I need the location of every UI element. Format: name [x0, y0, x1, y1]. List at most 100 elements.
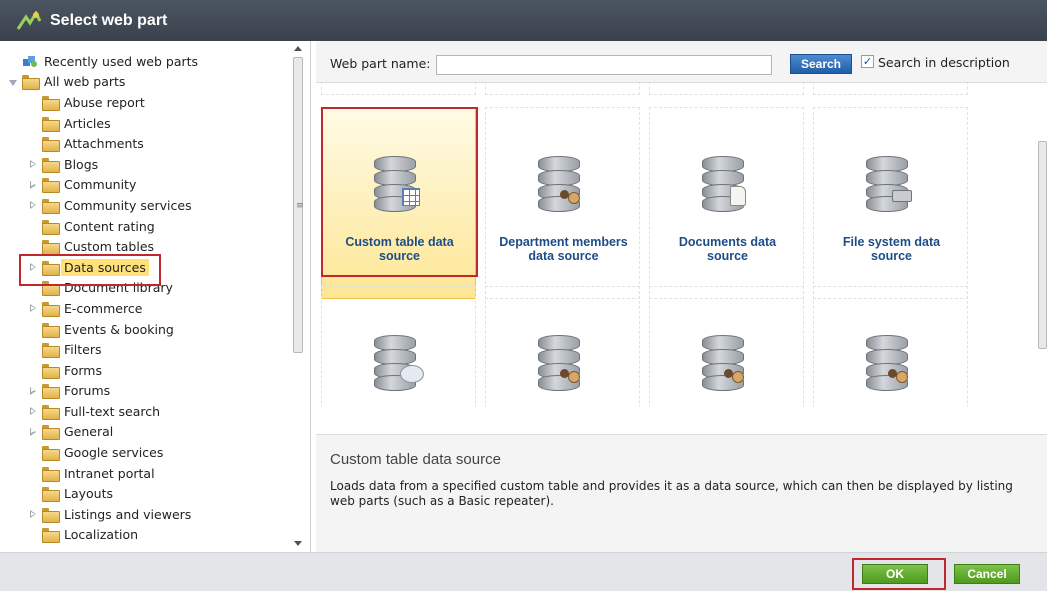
folder-icon — [42, 446, 60, 462]
database-icon — [374, 335, 424, 391]
tree-scrollbar[interactable]: ≡ — [289, 41, 307, 552]
expand-arrow-icon[interactable] — [28, 509, 38, 519]
search-button[interactable]: Search — [790, 54, 852, 74]
webpart-card-forum-posts-data[interactable]: Forum posts data — [321, 286, 476, 407]
tree-item-filters[interactable]: Filters — [0, 339, 290, 360]
grid-scrollbar-thumb[interactable] — [1038, 141, 1047, 349]
tree-item-recently-used-web-parts[interactable]: Recently used web parts — [0, 51, 290, 72]
tree-item-intranet-portal[interactable]: Intranet portal — [0, 463, 290, 484]
tree-item-layouts[interactable]: Layouts — [0, 483, 290, 504]
tree-item-label: Recently used web parts — [44, 53, 199, 69]
webpart-card-documents-data-source[interactable]: Documents data source — [649, 107, 804, 299]
speech-bubble-icon — [400, 365, 424, 383]
tree-item-label: Events & booking — [64, 321, 174, 337]
tree-item-label: Full-text search — [64, 403, 161, 419]
tree-item-community[interactable]: Community — [0, 175, 290, 196]
document-icon — [730, 186, 746, 206]
webpart-name-input[interactable] — [436, 55, 772, 75]
scroll-up-arrow-icon[interactable] — [294, 46, 302, 51]
tree-item-google-services[interactable]: Google services — [0, 442, 290, 463]
tree-item-label: Forums — [64, 383, 111, 399]
database-icon — [702, 156, 748, 212]
folder-icon — [42, 198, 60, 214]
dialog-footer: OK Cancel — [0, 552, 1047, 591]
database-icon — [866, 335, 912, 391]
tree-item-all-web-parts[interactable]: All web parts — [0, 72, 290, 93]
webpart-card-group-media[interactable]: Group media — [813, 286, 968, 407]
webpart-card-label: File system data source — [842, 235, 941, 263]
folder-icon — [42, 322, 60, 338]
tree-item-full-text-search[interactable]: Full-text search — [0, 401, 290, 422]
drive-icon — [892, 190, 912, 202]
tree-item-label: Custom tables — [64, 239, 155, 255]
tree-item-label: Localization — [64, 527, 139, 543]
tree-item-forums[interactable]: Forums — [0, 381, 290, 402]
expand-arrow-icon[interactable] — [28, 159, 38, 169]
ok-button[interactable]: OK — [862, 564, 928, 584]
webpart-description-panel: Custom table data source Loads data from… — [316, 434, 1047, 552]
description-title: Custom table data source — [330, 451, 501, 468]
recent-icon — [22, 54, 38, 68]
folder-icon — [42, 301, 60, 317]
tree-item-general[interactable]: General — [0, 422, 290, 443]
tree-item-content-rating[interactable]: Content rating — [0, 216, 290, 237]
folder-icon — [42, 116, 60, 132]
database-icon — [538, 156, 584, 212]
tree-item-e-commerce[interactable]: E-commerce — [0, 298, 290, 319]
tree-item-community-services[interactable]: Community services — [0, 195, 290, 216]
cancel-button[interactable]: Cancel — [954, 564, 1020, 584]
webpart-card-group-forum-posts[interactable]: Group forum posts — [649, 286, 804, 407]
database-icon — [866, 156, 912, 212]
tree-item-forms[interactable]: Forms — [0, 360, 290, 381]
tree-item-blogs[interactable]: Blogs — [0, 154, 290, 175]
folder-icon — [42, 178, 60, 194]
selection-callout-box — [19, 254, 161, 286]
folder-icon — [42, 384, 60, 400]
tree-item-events-booking[interactable]: Events & booking — [0, 319, 290, 340]
expand-arrow-icon[interactable] — [28, 200, 38, 210]
collapse-arrow-icon[interactable] — [8, 77, 18, 87]
tree-item-label: Listings and viewers — [64, 506, 192, 522]
tree-item-label: Community — [64, 177, 137, 193]
webpart-card-file-system-data-source[interactable]: File system data source — [813, 107, 968, 299]
dialog-title: Select web part — [50, 11, 168, 29]
expand-arrow-icon[interactable] — [28, 180, 38, 190]
scroll-grip-icon: ≡ — [296, 201, 304, 211]
tree-scrollbar-thumb[interactable]: ≡ — [293, 57, 304, 353]
people-icon — [888, 369, 910, 387]
expand-arrow-icon[interactable] — [28, 303, 38, 313]
tree-item-attachments[interactable]: Attachments — [0, 133, 290, 154]
tree-item-label: General — [64, 424, 114, 440]
tree-item-label: Abuse report — [64, 94, 145, 110]
folder-icon — [42, 528, 60, 544]
tree-item-label: Content rating — [64, 218, 155, 234]
grid-previous-row-edge — [316, 83, 1040, 97]
tree-item-articles[interactable]: Articles — [0, 113, 290, 134]
tree-item-listings-and-viewers[interactable]: Listings and viewers — [0, 504, 290, 525]
tree-item-label: Blogs — [64, 156, 99, 172]
expand-arrow-icon[interactable] — [28, 386, 38, 396]
database-icon — [538, 335, 584, 391]
tree-item-localization[interactable]: Localization — [0, 525, 290, 546]
search-bar: Web part name: Search ✓ Search in descri… — [316, 41, 1047, 83]
webpart-card-department-members-data-source[interactable]: Department members data source — [485, 107, 640, 299]
folder-icon — [42, 425, 60, 441]
tree-item-abuse-report[interactable]: Abuse report — [0, 92, 290, 113]
webpart-grid: Custom table data source Department membe… — [316, 83, 1040, 407]
tree-item-label: All web parts — [44, 74, 126, 90]
search-in-description-checkbox[interactable]: ✓ — [861, 55, 874, 68]
webpart-card-friends-data-source[interactable]: Friends data source — [485, 286, 640, 407]
folder-icon — [42, 219, 60, 235]
scroll-down-arrow-icon[interactable] — [294, 541, 302, 546]
expand-arrow-icon[interactable] — [28, 406, 38, 416]
grid-scrollbar[interactable] — [1037, 83, 1047, 407]
expand-arrow-icon[interactable] — [28, 427, 38, 437]
